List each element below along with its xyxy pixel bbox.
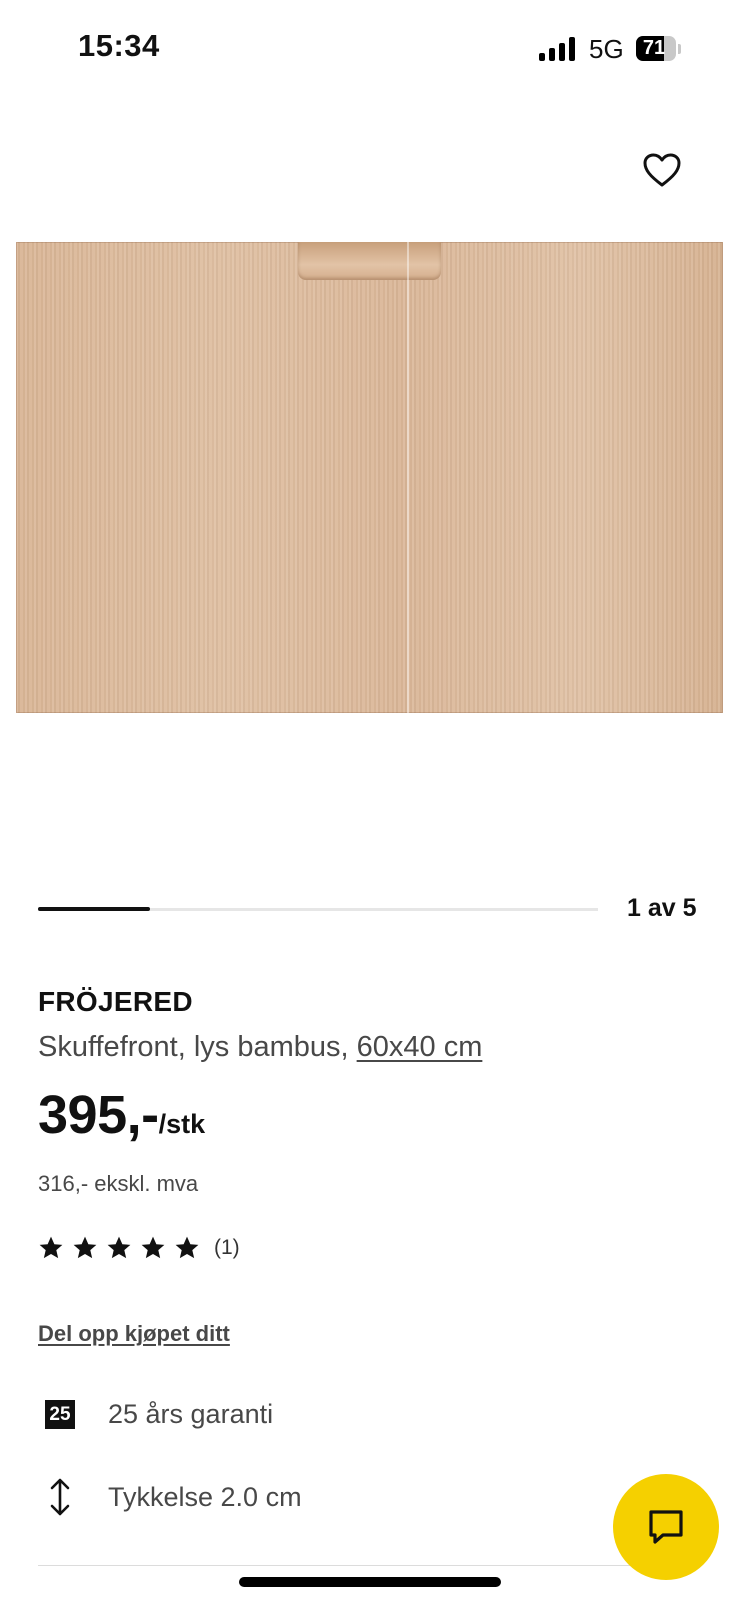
price-ex-vat: 316,- ekskl. mva [38, 1171, 199, 1196]
product-type: Skuffefront, lys bambus, [38, 1031, 357, 1063]
star-icon [175, 1236, 199, 1259]
gallery-counter: 1 av 5 [627, 894, 697, 922]
drawer-handle-cutout [298, 242, 441, 280]
feature-thickness: Tykkelse 2.0 cm [38, 1477, 302, 1517]
price-amount: 395,- [38, 1085, 159, 1145]
feature-warranty: 25 25 års garanti [38, 1394, 273, 1434]
product-price: 395,-/stk [38, 1084, 205, 1146]
star-icon [73, 1236, 97, 1259]
product-image[interactable] [16, 242, 723, 713]
battery-tip [678, 44, 681, 54]
panel-seam [407, 242, 409, 713]
product-name: FRÖJERED [38, 986, 193, 1017]
home-indicator [239, 1577, 501, 1587]
battery-percent: 71 [642, 37, 666, 59]
heart-icon[interactable] [642, 152, 682, 188]
split-payment-link[interactable]: Del opp kjøpet ditt [38, 1321, 230, 1347]
star-icon [39, 1236, 63, 1259]
chat-bubble-icon [649, 1510, 683, 1544]
warranty-25-icon: 25 [38, 1399, 82, 1429]
network-type: 5G [589, 34, 624, 64]
feature-label: 25 års garanti [108, 1398, 274, 1429]
product-rating[interactable]: (1) [38, 1233, 240, 1263]
product-description: Skuffefront, lys bambus, 60x40 cm [38, 1031, 482, 1064]
price-unit: /stk [158, 1109, 206, 1139]
cellular-signal-icon [539, 37, 577, 61]
vertical-arrows-icon [38, 1477, 82, 1517]
feature-label: Tykkelse 2.0 cm [108, 1481, 302, 1512]
chat-button[interactable] [613, 1474, 719, 1580]
status-time: 15:34 [78, 28, 160, 63]
star-icon [141, 1236, 165, 1259]
product-size-link[interactable]: 60x40 cm [357, 1031, 483, 1063]
star-icon [107, 1236, 131, 1259]
warranty-badge: 25 [45, 1399, 75, 1429]
rating-count: (1) [214, 1236, 240, 1259]
divider [38, 1565, 701, 1566]
battery-icon: 71 [636, 36, 676, 61]
gallery-progress-thumb [38, 907, 150, 911]
gallery-progress-track [38, 907, 598, 911]
